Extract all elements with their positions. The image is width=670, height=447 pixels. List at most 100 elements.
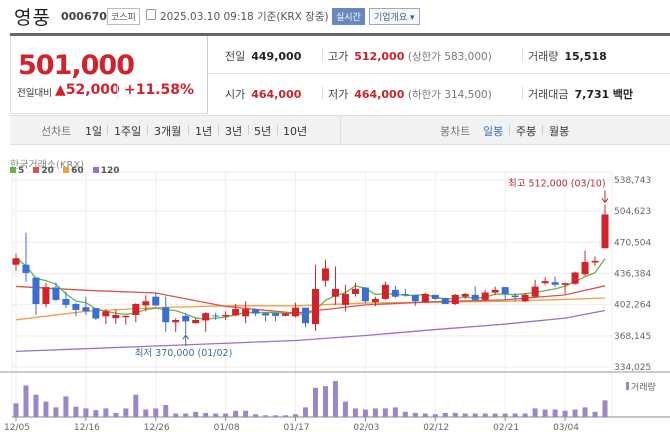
volume-bar xyxy=(243,410,249,417)
volume-bar xyxy=(253,414,259,417)
ma-legend: 5 20 60 120 xyxy=(10,166,126,176)
volume-bar xyxy=(512,413,518,417)
arrow-down-icon xyxy=(601,190,609,204)
candle-body xyxy=(202,313,210,321)
candle-body xyxy=(311,288,319,325)
volume-bar xyxy=(362,409,368,417)
legend-ma60: 60 xyxy=(63,166,84,176)
volume-bar xyxy=(332,381,338,417)
candle-body xyxy=(72,303,80,310)
volume-bar xyxy=(532,408,538,417)
volume-bar xyxy=(13,403,19,417)
candle-body xyxy=(282,313,290,316)
volume-bar xyxy=(153,408,159,417)
candle-body xyxy=(341,293,349,305)
x-tick-label: 01/08 xyxy=(214,423,240,433)
volume-bar xyxy=(382,408,388,417)
candle-body xyxy=(162,307,170,323)
volume-bar xyxy=(502,413,508,417)
candle-body xyxy=(371,298,379,303)
candle-body xyxy=(491,289,499,293)
volume-bar xyxy=(43,401,49,417)
volume-bar xyxy=(83,408,89,417)
candle-body xyxy=(381,284,389,299)
stock-chart: 538,743 504,623 470,504 436,384 402,264 368,1… xyxy=(0,171,670,433)
candle-body xyxy=(12,258,20,265)
candle-body xyxy=(252,309,260,314)
volume-bar xyxy=(143,409,149,417)
volume-bar xyxy=(223,413,229,417)
y-tick-label: 470,504 xyxy=(614,238,651,248)
volume-bar xyxy=(113,412,119,417)
y-tick-label: 436,384 xyxy=(614,270,651,280)
candle-body xyxy=(361,287,369,302)
candle-body xyxy=(351,288,359,294)
x-tick-label: 12/16 xyxy=(74,423,100,433)
y-tick-label: 504,623 xyxy=(614,207,651,217)
candle-body xyxy=(431,294,439,299)
volume-bar xyxy=(103,408,109,417)
volume-bar xyxy=(402,411,408,417)
candle-body xyxy=(551,282,559,285)
volume-bar xyxy=(352,408,358,417)
volume-bar xyxy=(562,410,568,417)
candle-body xyxy=(561,283,569,285)
candle-body xyxy=(441,298,449,304)
candle-body xyxy=(531,286,539,297)
legend-ma20: 20 xyxy=(33,166,54,176)
candle-body xyxy=(272,313,280,316)
volume-bar xyxy=(312,387,318,417)
candle-body xyxy=(212,315,220,317)
volume-bar xyxy=(322,386,328,417)
candle-body xyxy=(481,292,489,300)
candle-body xyxy=(122,315,130,318)
candle-body xyxy=(451,294,459,304)
candle-body xyxy=(411,294,419,302)
candle-body xyxy=(461,293,469,297)
x-tick-label: 03/04 xyxy=(553,423,579,433)
volume-bar xyxy=(412,412,418,417)
candle-body xyxy=(511,295,519,298)
candle-body xyxy=(521,294,529,302)
volume-bar xyxy=(392,407,398,417)
candle-body xyxy=(92,308,100,319)
candle-body xyxy=(391,289,399,297)
volume-bar xyxy=(602,400,608,417)
volume-bar xyxy=(203,412,209,417)
volume-bar xyxy=(233,410,239,417)
volume-bar xyxy=(23,385,29,417)
volume-bar xyxy=(462,413,468,417)
candle-body xyxy=(112,314,120,319)
candle-body xyxy=(192,319,200,324)
candle-body xyxy=(172,319,180,323)
volume-bar xyxy=(542,409,548,417)
x-tick-label: 12/05 xyxy=(4,423,30,433)
candle-body xyxy=(262,313,270,316)
candle-body xyxy=(62,298,70,305)
volume-bar xyxy=(452,412,458,417)
low-annotation: 최저 370,000 (01/02) xyxy=(135,348,233,359)
candle-body xyxy=(82,307,90,312)
ma20-line xyxy=(15,285,606,314)
volume-bar xyxy=(303,407,309,417)
volume-bar xyxy=(33,394,39,417)
volume-bar xyxy=(552,409,558,417)
candle-body xyxy=(242,309,250,317)
volume-bar xyxy=(372,408,378,417)
volume-bar xyxy=(293,414,299,417)
volume-legend-icon xyxy=(626,382,629,390)
volume-bar xyxy=(73,406,79,417)
volume-bar xyxy=(173,413,179,417)
volume-bar xyxy=(93,410,99,417)
x-tick-label: 01/17 xyxy=(284,423,310,433)
candle-body xyxy=(331,288,339,297)
volume-bar xyxy=(442,412,448,417)
candle-body xyxy=(232,309,240,316)
candle-body xyxy=(32,277,40,304)
y-tick-label: 368,145 xyxy=(614,332,651,342)
candle-body xyxy=(102,311,110,317)
ma60-line xyxy=(15,297,606,321)
candle-body xyxy=(421,293,429,303)
y-tick-label: 538,743 xyxy=(614,176,651,186)
candle-body xyxy=(401,293,409,296)
